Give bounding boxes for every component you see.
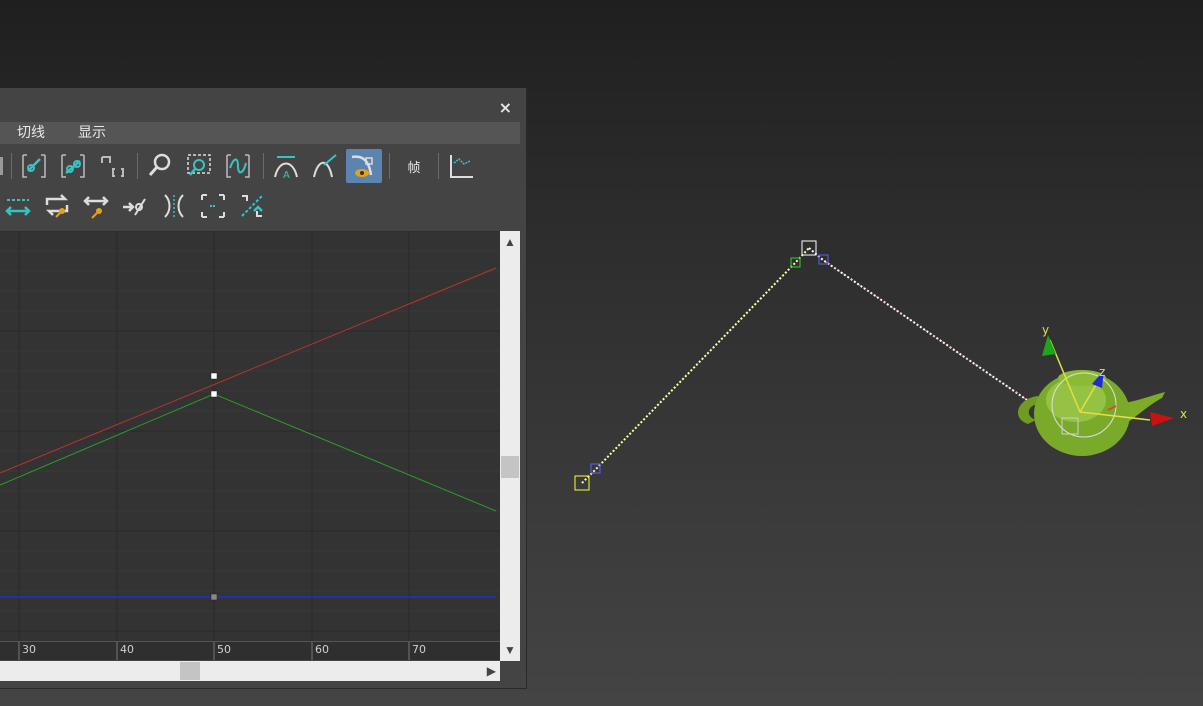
axis-label-x: x xyxy=(1180,407,1187,421)
curve-editor-window[interactable]: × 切线 显示 A 帧 30 40 50 60 70 ▲ ▼ ▶ xyxy=(0,88,527,689)
key-x-50[interactable] xyxy=(210,372,218,380)
scroll-down-arrow[interactable]: ▼ xyxy=(500,641,520,659)
scroll-right-arrow[interactable]: ▶ xyxy=(487,661,496,681)
auto-tangent-icon[interactable]: A xyxy=(268,149,304,183)
svg-text:A: A xyxy=(283,170,290,181)
horizontal-scrollbar[interactable]: ▶ xyxy=(0,661,500,681)
grid-columns xyxy=(18,231,410,641)
key-y-50[interactable] xyxy=(210,390,218,398)
scroll-up-arrow[interactable]: ▲ xyxy=(500,233,520,251)
vertical-scroll-thumb[interactable] xyxy=(501,456,519,478)
scale-keys-icon[interactable] xyxy=(78,189,114,223)
curve-icon[interactable] xyxy=(220,149,256,183)
mirror-icon[interactable] xyxy=(156,189,192,223)
menu-bar: 切线 显示 xyxy=(0,122,520,144)
slide-keys-icon[interactable] xyxy=(94,149,130,183)
vertical-scrollbar[interactable]: ▲ ▼ xyxy=(500,231,520,661)
toolbar-row-1: A 帧 xyxy=(0,148,482,184)
frame-ruler[interactable]: 30 40 50 60 70 xyxy=(0,641,500,660)
horizontal-scroll-thumb[interactable] xyxy=(180,662,200,680)
curve-graph[interactable] xyxy=(0,231,500,641)
filter-keys-icon[interactable] xyxy=(16,149,52,183)
zoom-region-icon[interactable] xyxy=(181,149,217,183)
grid-lines xyxy=(0,231,500,632)
loop-icon[interactable] xyxy=(39,189,75,223)
frame-button[interactable]: 帧 xyxy=(394,157,434,176)
move-keys-icon[interactable] xyxy=(55,149,91,183)
menu-tangents[interactable]: 切线 xyxy=(0,122,61,144)
normalize-icon[interactable] xyxy=(234,189,270,223)
key-z-50[interactable] xyxy=(210,593,218,601)
trajectory-path-b xyxy=(808,247,1031,403)
graph-icon[interactable] xyxy=(443,149,479,183)
menu-display[interactable]: 显示 xyxy=(61,122,122,144)
frame-region-icon[interactable] xyxy=(195,189,231,223)
horizontal-move-icon[interactable] xyxy=(0,189,36,223)
close-button[interactable]: × xyxy=(499,98,512,117)
tangent-icon[interactable] xyxy=(307,149,343,183)
show-tangents-icon[interactable] xyxy=(346,149,382,183)
axis-label-y: y xyxy=(1042,323,1049,337)
y-position-curve[interactable] xyxy=(0,393,497,512)
curve-graph-canvas[interactable] xyxy=(0,231,500,641)
trajectory-path-a xyxy=(581,247,810,484)
zoom-icon[interactable] xyxy=(142,149,178,183)
tangent-handle-in[interactable] xyxy=(790,257,801,268)
add-key-icon[interactable] xyxy=(117,189,153,223)
toolbar-row-2 xyxy=(0,188,273,224)
axis-label-z: z xyxy=(1099,365,1105,379)
